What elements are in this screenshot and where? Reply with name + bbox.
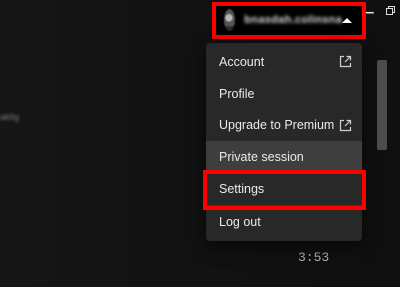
menu-item-label: Profile [219, 86, 255, 101]
menu-item-private-session[interactable]: Private session [206, 141, 362, 174]
menu-item-label: Upgrade to Premium [219, 118, 335, 133]
menu-item-label: Account [219, 54, 265, 69]
menu-item-account[interactable]: Account [206, 46, 362, 78]
highlight-box-user [212, 2, 366, 39]
highlight-box-settings [203, 170, 366, 210]
menu-item-label: Log out [219, 214, 261, 229]
restore-icon[interactable] [386, 6, 395, 18]
menu-item-label: Private session [219, 150, 304, 165]
track-duration: 3:53 [298, 250, 330, 265]
user-dropdown-menu: Account Profile Upgrade to Premium Priva… [206, 43, 362, 241]
blurred-background-text: aktig [0, 112, 20, 122]
minimize-icon[interactable]: ▁ [366, 4, 374, 14]
menu-item-upgrade-premium[interactable]: Upgrade to Premium [206, 110, 362, 142]
external-link-icon [339, 119, 352, 132]
menu-item-log-out[interactable]: Log out [206, 206, 362, 238]
external-link-icon [339, 56, 352, 68]
scrollbar[interactable] [377, 60, 387, 150]
menu-item-profile[interactable]: Profile [206, 78, 362, 110]
